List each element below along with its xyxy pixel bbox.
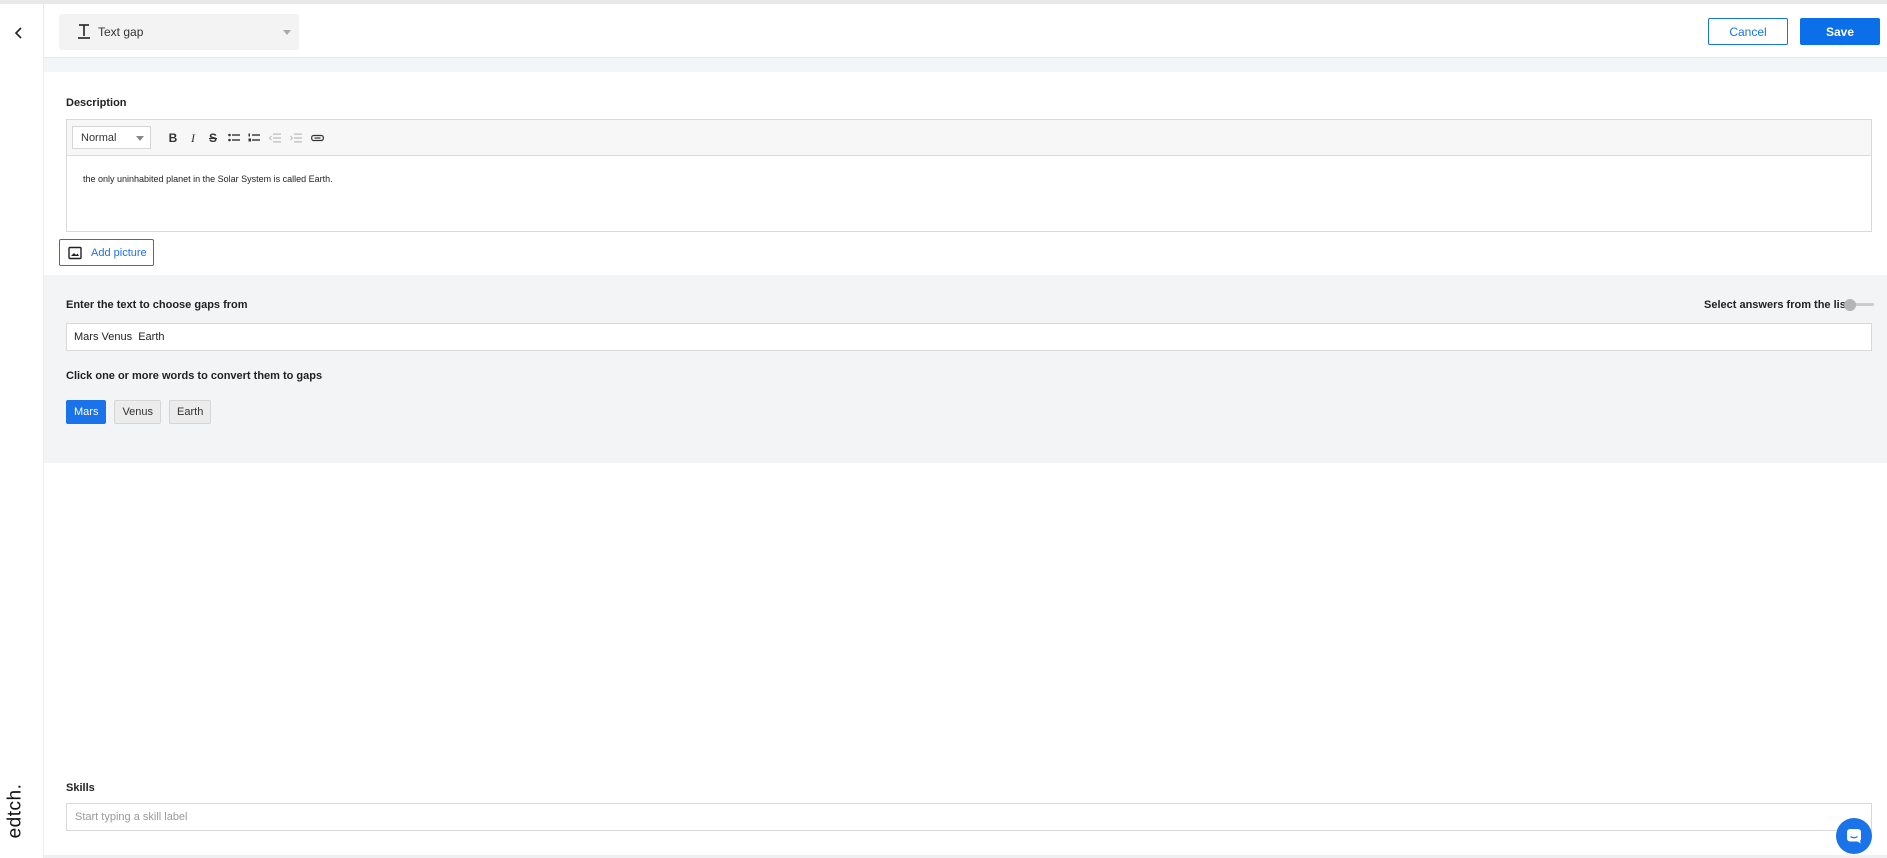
gap-config-panel <box>44 275 1887 463</box>
chat-icon <box>1847 829 1861 844</box>
numbered-list-icon <box>248 133 260 142</box>
bold-button[interactable]: B <box>165 129 181 147</box>
format-select[interactable]: Normal <box>72 126 151 149</box>
bold-icon: B <box>168 131 178 145</box>
outdent-button[interactable] <box>267 129 283 147</box>
text-gap-icon <box>78 24 90 39</box>
strikethrough-icon: S <box>208 131 217 145</box>
chevron-down-icon <box>136 136 144 141</box>
format-select-value: Normal <box>81 131 117 144</box>
add-picture-label: Add picture <box>91 247 147 259</box>
question-type-label: Text gap <box>98 25 144 39</box>
strikethrough-button[interactable]: S <box>205 129 221 147</box>
word-chip-mars[interactable]: Mars <box>66 400 107 424</box>
word-chip-venus[interactable]: Venus <box>114 400 162 424</box>
cancel-button[interactable]: Cancel <box>1708 18 1788 45</box>
editor-header: Text gap Cancel Save <box>44 4 1887 58</box>
brand-logo: edtch. <box>2 780 30 840</box>
description-title: Description <box>66 97 127 109</box>
gap-source-title: Enter the text to choose gaps from <box>66 299 248 311</box>
skills-title: Skills <box>66 782 95 794</box>
italic-button[interactable]: I <box>185 129 201 147</box>
editor-toolbar: Normal B I S <box>67 120 1871 156</box>
bullet-list-button[interactable] <box>226 129 242 147</box>
select-from-list-label: Select answers from the list <box>1704 299 1850 311</box>
numbered-list-button[interactable] <box>246 129 262 147</box>
chat-support-button[interactable] <box>1836 818 1872 854</box>
gap-source-input[interactable]: Mars Venus Earth <box>66 323 1872 351</box>
left-rail: edtch. <box>0 4 44 858</box>
add-picture-button[interactable]: Add picture <box>59 239 154 266</box>
chevron-left-icon <box>14 27 22 39</box>
link-button[interactable] <box>309 129 325 147</box>
skills-input[interactable] <box>75 811 1871 823</box>
indent-icon <box>290 133 302 143</box>
back-button[interactable] <box>6 20 32 46</box>
word-chips: Mars Venus Earth <box>66 400 212 424</box>
gap-source-value: Mars Venus Earth <box>74 331 165 343</box>
question-type-select[interactable]: Text gap <box>59 14 299 50</box>
save-button[interactable]: Save <box>1800 18 1880 45</box>
link-icon <box>310 134 324 142</box>
italic-icon: I <box>191 130 195 145</box>
brand-text: edtch. <box>4 783 26 839</box>
description-text[interactable]: the only uninhabited planet in the Solar… <box>83 174 333 184</box>
header-separator <box>44 58 1887 72</box>
convert-words-title: Click one or more words to convert them … <box>66 370 323 382</box>
outdent-icon <box>269 133 281 143</box>
description-editor: Normal B I S the only uninhabited planet… <box>66 119 1872 232</box>
chevron-down-icon <box>283 30 291 35</box>
indent-button[interactable] <box>288 129 304 147</box>
bullet-list-icon <box>228 133 240 142</box>
word-chip-earth[interactable]: Earth <box>169 400 212 424</box>
select-from-list-toggle[interactable] <box>1844 298 1874 312</box>
image-icon <box>68 246 82 260</box>
toggle-knob <box>1844 299 1856 311</box>
skills-field[interactable] <box>66 803 1872 831</box>
